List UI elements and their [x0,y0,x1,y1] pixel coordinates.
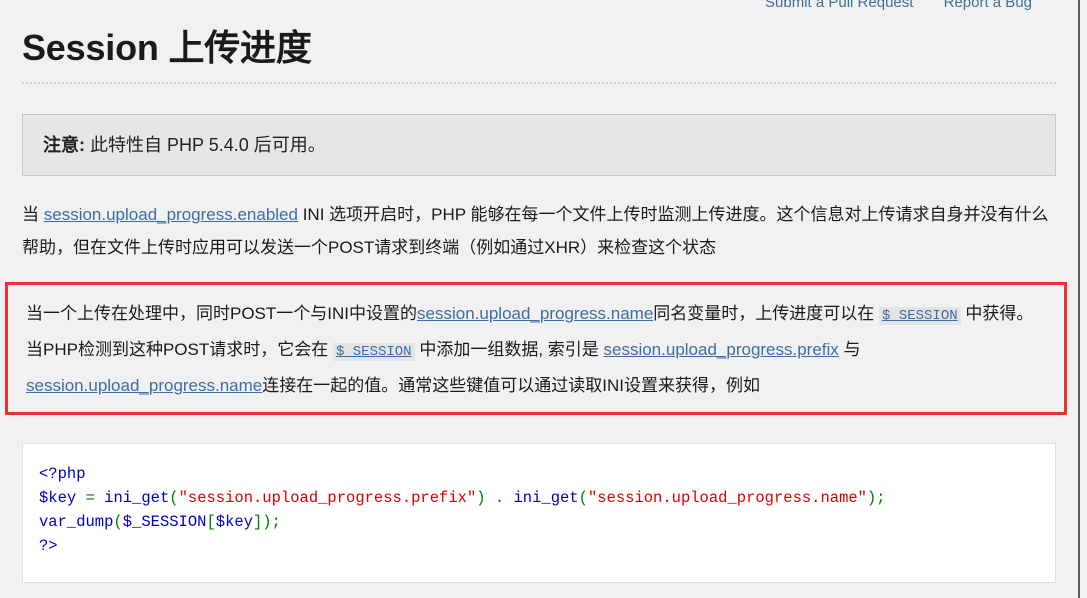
highlight-text-4: 中添加一组数据, 索引是 [414,340,604,359]
session-upload-progress-name-link-1[interactable]: session.upload_progress.name [417,304,653,323]
session-superglobal-code-1[interactable]: $_SESSION [879,307,961,325]
viewport-right-edge [1078,0,1087,598]
code-token: var_dump [39,513,114,531]
highlight-text-1: 当一个上传在处理中，同时POST一个与INI中设置的 [26,304,418,323]
code-token: = [85,489,95,507]
highlight-paragraph: 当一个上传在处理中，同时POST一个与INI中设置的session.upload… [26,297,1048,402]
submit-pull-request-link[interactable]: Submit a Pull Request [765,0,913,11]
intro-text-1: 当 [22,205,44,224]
code-token: ) [476,489,486,507]
code-token: "session.upload_progress.name" [587,489,867,507]
code-token: $key [215,513,253,531]
session-superglobal-code-2[interactable]: $_SESSION [332,343,415,361]
content-column: Submit a Pull Request Report a Bug Sessi… [0,0,1078,598]
title-divider [22,82,1056,84]
highlighted-paragraph-box: 当一个上传在处理中，同时POST一个与INI中设置的session.upload… [5,282,1067,415]
code-token: $_SESSION [122,513,207,531]
intro-paragraph: 当 session.upload_progress.enabled INI 选项… [22,198,1056,264]
code-token: . [494,489,505,507]
note-text: 此特性自 PHP 5.4.0 后可用。 [85,135,326,155]
code-token: ) [262,513,272,531]
code-token: ; [876,489,886,507]
code-token: ( [578,489,588,507]
code-token: ini_get [104,489,170,507]
code-token: ; [271,513,281,531]
code-token: ini_get [513,489,579,507]
code-token: <?php [39,465,86,483]
highlight-text-6: 连接在一起的值。通常这些键值可以通过读取INI设置来获得，例如 [262,376,760,395]
code-token: [ [206,513,216,531]
code-token: ) [866,489,877,507]
php-code-sample: <?php $key = ini_get("session.upload_pro… [39,462,1039,558]
code-token: ( [113,513,123,531]
code-token: ( [169,489,179,507]
report-a-bug-link[interactable]: Report a Bug [944,0,1032,11]
note-label: 注意: [43,135,85,155]
session-upload-progress-enabled-link[interactable]: session.upload_progress.enabled [44,205,298,224]
highlight-text-2: 同名变量时，上传进度可以在 [653,304,880,323]
top-links: Submit a Pull Request Report a Bug [739,0,1032,13]
session-upload-progress-name-link-2[interactable]: session.upload_progress.name [26,376,262,395]
session-upload-progress-prefix-link[interactable]: session.upload_progress.prefix [604,340,839,359]
note-box: 注意: 此特性自 PHP 5.4.0 后可用。 [22,114,1056,176]
code-token: ] [252,513,263,531]
code-token: $key [39,489,77,507]
code-token: ?> [39,537,58,555]
highlight-text-5: 与 [838,340,861,359]
page-root: Submit a Pull Request Report a Bug Sessi… [0,0,1087,598]
code-token: "session.upload_progress.prefix" [178,489,477,507]
code-block: <?php $key = ini_get("session.upload_pro… [22,443,1056,583]
